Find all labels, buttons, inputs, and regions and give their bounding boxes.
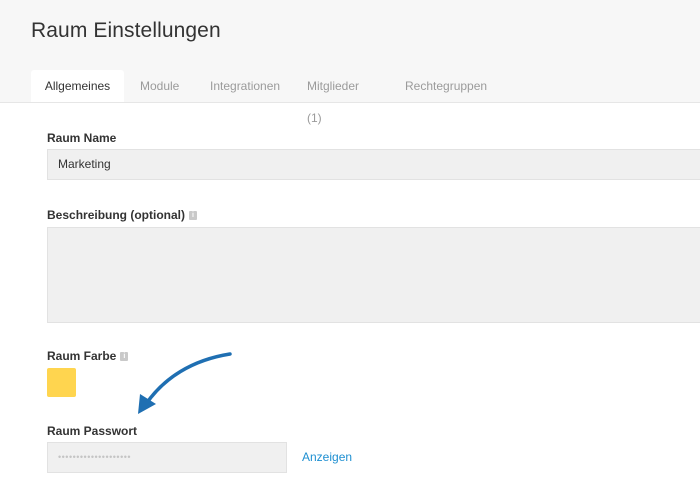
description-label-text: Beschreibung (optional) bbox=[47, 208, 185, 222]
description-textarea[interactable] bbox=[47, 227, 700, 323]
tab-mitglieder[interactable]: Mitglieder (1) bbox=[307, 70, 373, 125]
room-password-label-text: Raum Passwort bbox=[47, 424, 138, 438]
room-name-label-text: Raum Name bbox=[47, 131, 117, 145]
room-name-input[interactable]: Marketing bbox=[47, 149, 700, 180]
info-icon[interactable]: i bbox=[189, 210, 197, 220]
room-password-label: Raum Passwort bbox=[47, 424, 137, 438]
room-color-swatch[interactable] bbox=[47, 368, 76, 397]
room-color-label-text: Raum Farbe bbox=[47, 349, 117, 363]
room-color-label: Raum Farbe i bbox=[47, 349, 129, 363]
tab-module[interactable]: Module bbox=[140, 70, 179, 102]
show-password-link[interactable]: Anzeigen bbox=[302, 450, 352, 464]
tab-integrationen[interactable]: Integrationen bbox=[210, 70, 280, 102]
info-icon[interactable]: i bbox=[120, 351, 129, 361]
description-label: Beschreibung (optional) i bbox=[47, 208, 197, 222]
tab-allgemeines[interactable]: Allgemeines bbox=[31, 70, 124, 102]
room-password-input[interactable]: •••••••••••••••••••• bbox=[47, 442, 287, 473]
page-header: Raum Einstellungen Allgemeines Module In… bbox=[0, 0, 700, 125]
curved-arrow-icon bbox=[138, 352, 232, 414]
tab-bar: Allgemeines Module Integrationen Mitglie… bbox=[31, 70, 487, 125]
page-title: Raum Einstellungen bbox=[31, 19, 221, 42]
room-name-label: Raum Name bbox=[47, 131, 116, 145]
tab-rechtegruppen[interactable]: Rechtegruppen bbox=[405, 70, 487, 102]
